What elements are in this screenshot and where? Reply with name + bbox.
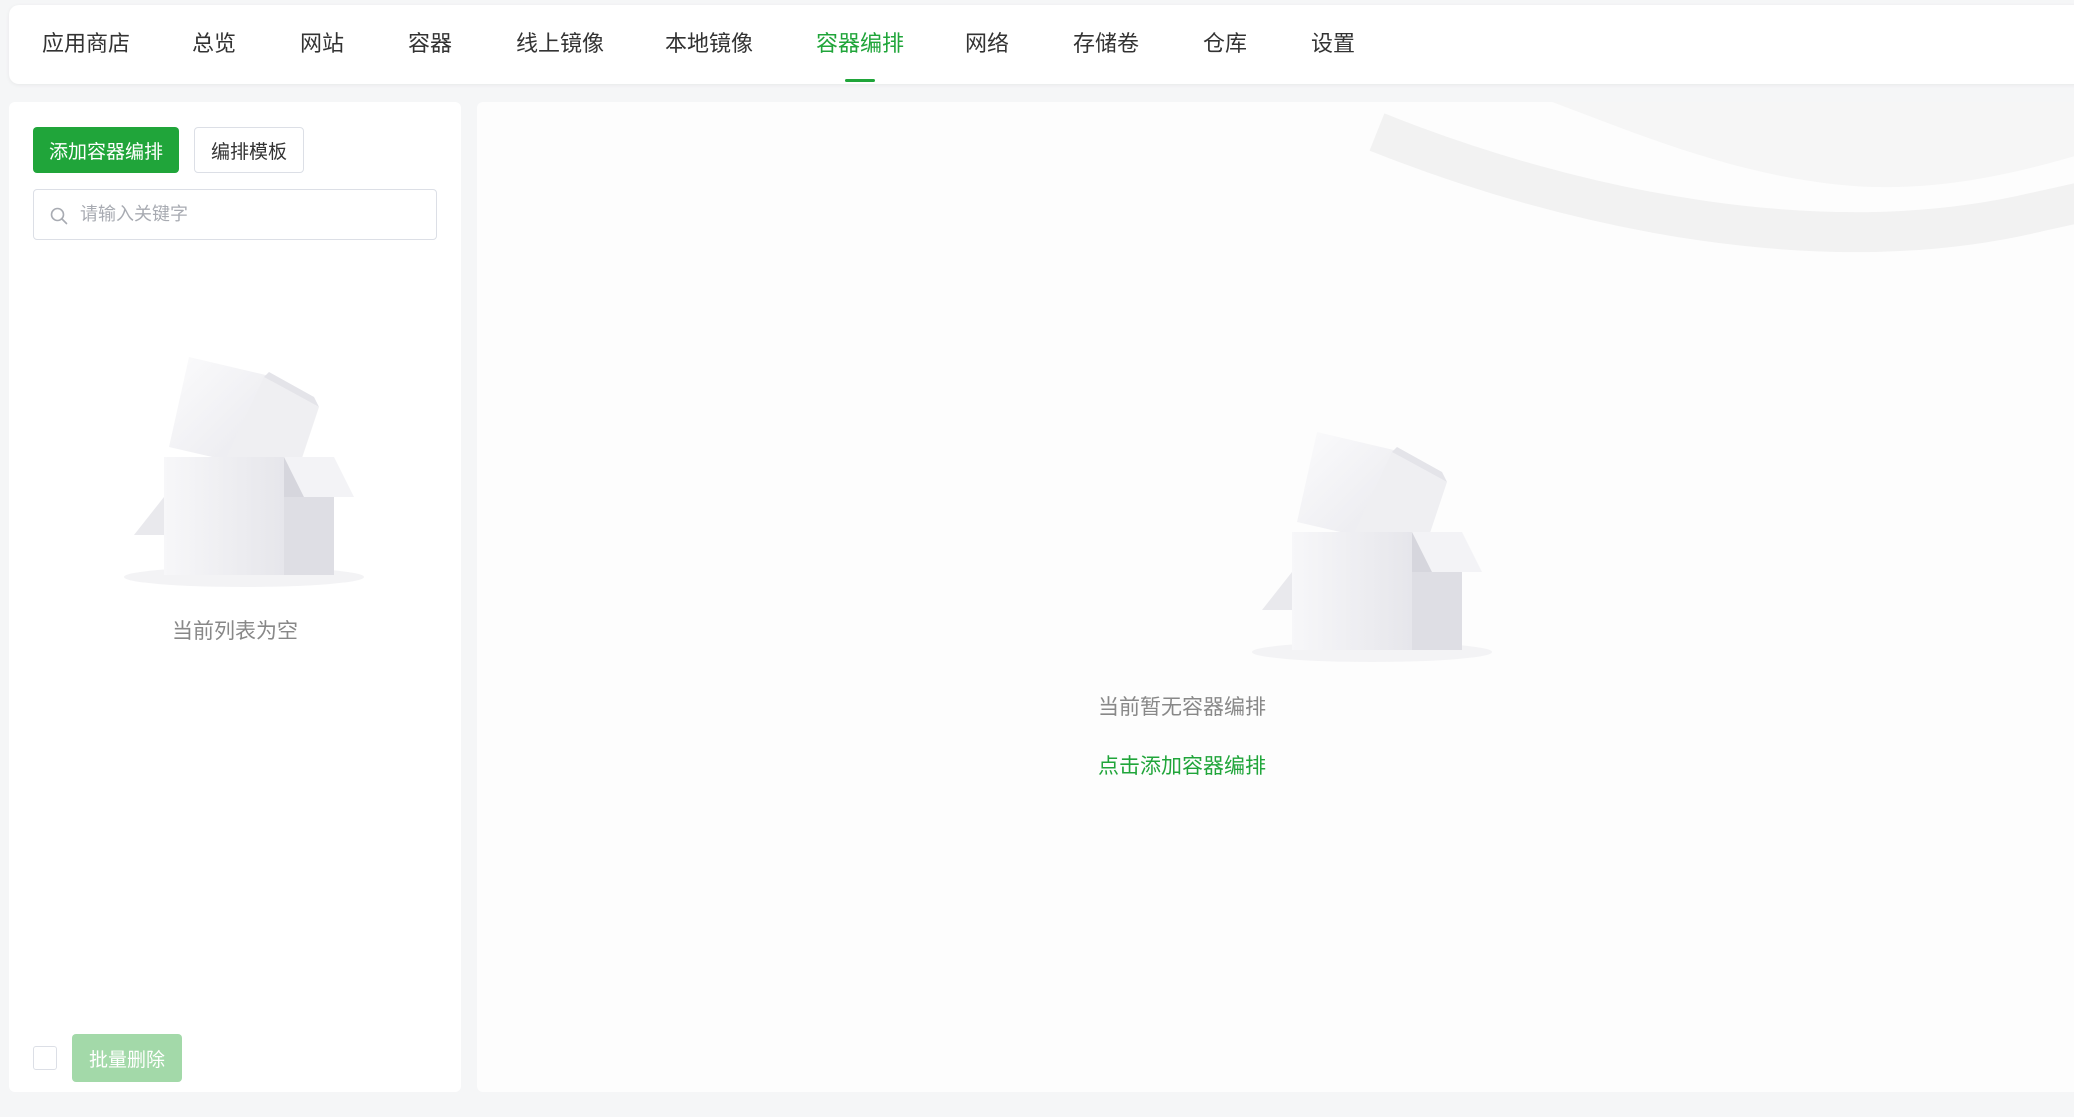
tab-app-store[interactable]: 应用商店 [42,5,130,84]
compose-detail-panel: 当前暂无容器编排 点击添加容器编排 [477,102,2074,1092]
top-nav: 应用商店 总览 网站 容器 线上镜像 本地镜像 容器编排 网络 存储卷 仓库 设… [9,5,2074,84]
search-input[interactable] [78,190,428,239]
empty-box-icon [1252,432,1492,662]
select-all-checkbox[interactable] [33,1046,57,1070]
compose-list-panel: 添加容器编排 编排模板 当前列表为空 批量删除 [9,102,461,1092]
active-tab-indicator [845,79,875,82]
batch-delete-button[interactable]: 批量删除 [72,1034,182,1082]
add-compose-button[interactable]: 添加容器编排 [33,127,179,173]
tab-overview[interactable]: 总览 [192,5,236,84]
tab-registry[interactable]: 仓库 [1203,5,1247,84]
tab-volumes[interactable]: 存储卷 [1073,5,1139,84]
empty-compose-text: 当前暂无容器编排 [1098,695,1266,719]
tab-website[interactable]: 网站 [300,5,344,84]
empty-box-icon [124,357,364,587]
search-field[interactable] [33,189,437,240]
add-compose-link[interactable]: 点击添加容器编排 [477,750,1887,780]
search-icon [50,207,68,225]
tab-container[interactable]: 容器 [408,5,452,84]
compose-template-button[interactable]: 编排模板 [194,127,304,173]
tab-compose[interactable]: 容器编排 [784,5,937,84]
tab-network[interactable]: 网络 [965,5,1009,84]
background-decoration [1369,102,2074,252]
tab-online-images[interactable]: 线上镜像 [516,5,604,84]
empty-list-text: 当前列表为空 [172,619,298,643]
tab-settings[interactable]: 设置 [1311,5,1355,84]
tab-local-images[interactable]: 本地镜像 [665,5,753,84]
